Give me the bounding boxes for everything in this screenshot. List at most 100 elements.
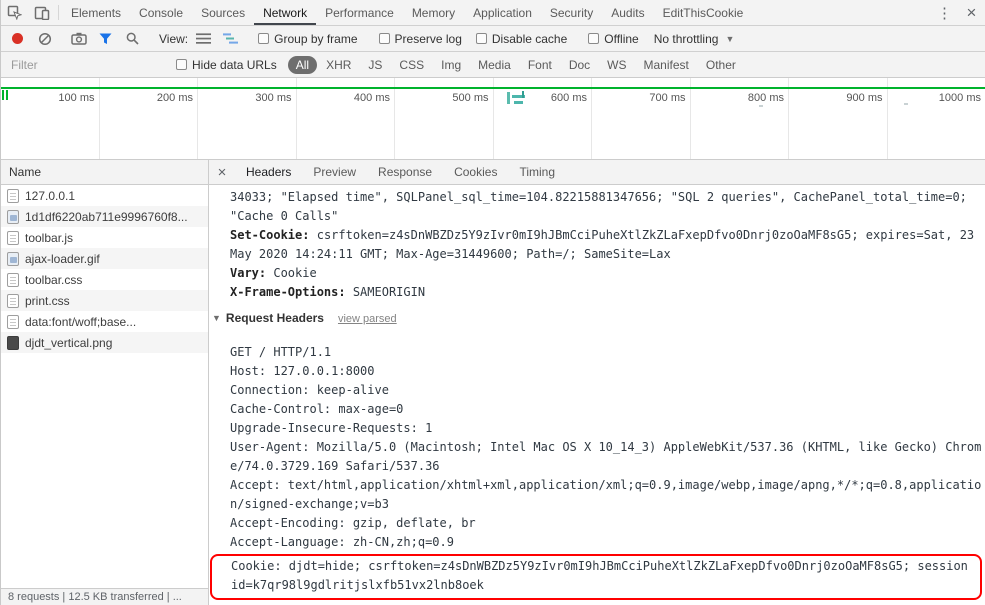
request-header-line: Accept-Language: zh-CN,zh;q=0.9 [230, 535, 454, 549]
view-label: View: [159, 31, 189, 46]
script-icon [7, 230, 19, 245]
detail-tab[interactable]: Preview [302, 160, 367, 184]
kebab-menu-icon[interactable]: ⋮ [931, 0, 958, 25]
camera-icon [70, 32, 87, 45]
network-toolbar: View: Group by frame Preserve log Disabl… [1, 26, 985, 52]
filter-funnel-button[interactable] [92, 33, 119, 45]
waterfall-mark [522, 91, 524, 98]
request-table-sidebar: Name 127.0.0.1 1d1df6220ab711e9996760f8.… [1, 160, 209, 605]
timeline-column: 600 ms [494, 78, 592, 159]
timeline-tick-label: 900 ms [846, 92, 883, 104]
filter-input[interactable] [1, 57, 169, 72]
type-filter-pill[interactable]: All [287, 55, 318, 74]
tabbar-spacer [752, 0, 931, 25]
main-tab[interactable]: Memory [403, 0, 464, 25]
waterfall-mark [904, 103, 908, 105]
device-toolbar-glyph [34, 6, 49, 20]
disable-cache-checkbox[interactable]: Disable cache [469, 32, 574, 46]
group-by-frame-checkbox[interactable]: Group by frame [251, 32, 364, 46]
request-headers-section-header[interactable]: ▼ Request Headers view parsed [212, 308, 985, 329]
throttling-value: No throttling [653, 31, 719, 46]
main-tab[interactable]: Elements [62, 0, 130, 25]
detail-tab[interactable]: Cookies [443, 160, 508, 184]
request-row[interactable]: toolbar.js [1, 227, 208, 248]
hide-data-urls-checkbox[interactable]: Hide data URLs [169, 58, 284, 72]
response-header-line: Vary: Cookie [230, 264, 985, 283]
request-row[interactable]: 1d1df6220ab711e9996760f8... [1, 206, 208, 227]
close-devtools-icon[interactable]: × [958, 0, 985, 25]
type-filter-pill[interactable]: Media [470, 56, 519, 74]
timeline-tick-label: 800 ms [747, 92, 784, 104]
large-request-rows-toggle[interactable] [190, 33, 217, 44]
show-overview-toggle[interactable] [217, 33, 244, 44]
device-toolbar-icon[interactable] [28, 0, 55, 25]
document-icon [7, 188, 19, 203]
response-header-line: X-Frame-Options: SAMEORIGIN [230, 283, 985, 302]
main-tab[interactable]: EditThisCookie [654, 0, 753, 25]
main-tab[interactable]: Network [254, 0, 316, 25]
checkbox-box [176, 59, 187, 70]
main-tab[interactable]: Sources [192, 0, 254, 25]
type-filter-pill[interactable]: Font [520, 56, 560, 74]
main-tab[interactable]: Performance [316, 0, 403, 25]
type-filter-pill[interactable]: JS [360, 56, 390, 74]
search-button[interactable] [119, 32, 146, 45]
name-column-header[interactable]: Name [1, 160, 208, 185]
timeline-tick-label: 600 ms [550, 92, 587, 104]
header-name: Vary: [230, 266, 267, 280]
header-value: SAMEORIGIN [352, 285, 426, 299]
request-row[interactable]: data:font/woff;base... [1, 311, 208, 332]
request-row[interactable]: toolbar.css [1, 269, 208, 290]
timeline-tick-label: 1000 ms [938, 92, 981, 104]
clear-button[interactable] [31, 32, 58, 46]
type-filter-pill[interactable]: Doc [561, 56, 598, 74]
request-row[interactable]: 127.0.0.1 [1, 185, 208, 206]
preserve-log-checkbox[interactable]: Preserve log [372, 32, 469, 46]
network-overview-timeline[interactable]: 100 ms 200 ms 300 ms 400 ms 500 ms 600 m… [1, 78, 985, 160]
request-header-line: Upgrade-Insecure-Requests: 1 [230, 421, 433, 435]
view-parsed-link[interactable]: view parsed [338, 313, 397, 325]
capture-screenshots-button[interactable] [65, 32, 92, 45]
type-filter-pill[interactable]: CSS [391, 56, 432, 74]
offline-checkbox[interactable]: Offline [581, 32, 645, 46]
checkbox-label: Group by frame [274, 31, 358, 46]
network-summary-bar: 8 requests | 12.5 KB transferred | ... [1, 588, 208, 605]
close-details-icon[interactable]: × [209, 160, 235, 184]
cookie-header-line: Cookie: djdt=hide; csrftoken=z4sDnWBZDz5… [231, 559, 968, 592]
waterfall-mark [514, 101, 523, 104]
response-header-wrapped-fragment: 34033; "Elapsed time", SQLPanel_sql_time… [230, 190, 967, 223]
checkbox-label: Offline [604, 31, 639, 46]
type-filter-pill[interactable]: Img [433, 56, 469, 74]
waterfall-mark [759, 105, 763, 107]
type-filter-pill[interactable]: Manifest [636, 56, 697, 74]
timeline-column: 300 ms [198, 78, 297, 159]
request-header-line: GET / HTTP/1.1 [230, 345, 332, 359]
record-network-log-button[interactable] [4, 33, 31, 44]
timeline-column: 100 ms [1, 78, 100, 159]
request-row[interactable]: ajax-loader.gif [1, 248, 208, 269]
detail-tabbar: × Headers Preview Response Cookies Timing [209, 160, 985, 185]
main-tab[interactable]: Audits [602, 0, 653, 25]
main-tab[interactable]: Security [541, 0, 602, 25]
main-tab[interactable]: Console [130, 0, 192, 25]
type-filter-pill[interactable]: Other [698, 56, 744, 74]
request-row[interactable]: print.css [1, 290, 208, 311]
triangle-down-icon[interactable]: ▼ [212, 313, 221, 323]
request-row[interactable]: djdt_vertical.png [1, 332, 208, 353]
timeline-column: 700 ms [592, 78, 691, 159]
main-tab[interactable]: Application [464, 0, 541, 25]
detail-tab[interactable]: Response [367, 160, 443, 184]
request-name: 1d1df6220ab711e9996760f8... [25, 209, 188, 224]
detail-tab[interactable]: Timing [508, 160, 566, 184]
checkbox-label: Disable cache [491, 31, 568, 46]
section-title: Request Headers [225, 311, 324, 325]
chevron-down-icon: ▼ [725, 33, 735, 44]
checkbox-box [378, 33, 390, 44]
type-filter-pill[interactable]: WS [599, 56, 634, 74]
inspect-element-icon[interactable] [1, 0, 28, 25]
waterfall-mark [507, 92, 510, 104]
throttling-dropdown[interactable]: No throttling ▼ [646, 32, 743, 46]
request-name: toolbar.css [25, 272, 83, 287]
type-filter-pill[interactable]: XHR [318, 56, 359, 74]
detail-tab[interactable]: Headers [235, 160, 302, 184]
